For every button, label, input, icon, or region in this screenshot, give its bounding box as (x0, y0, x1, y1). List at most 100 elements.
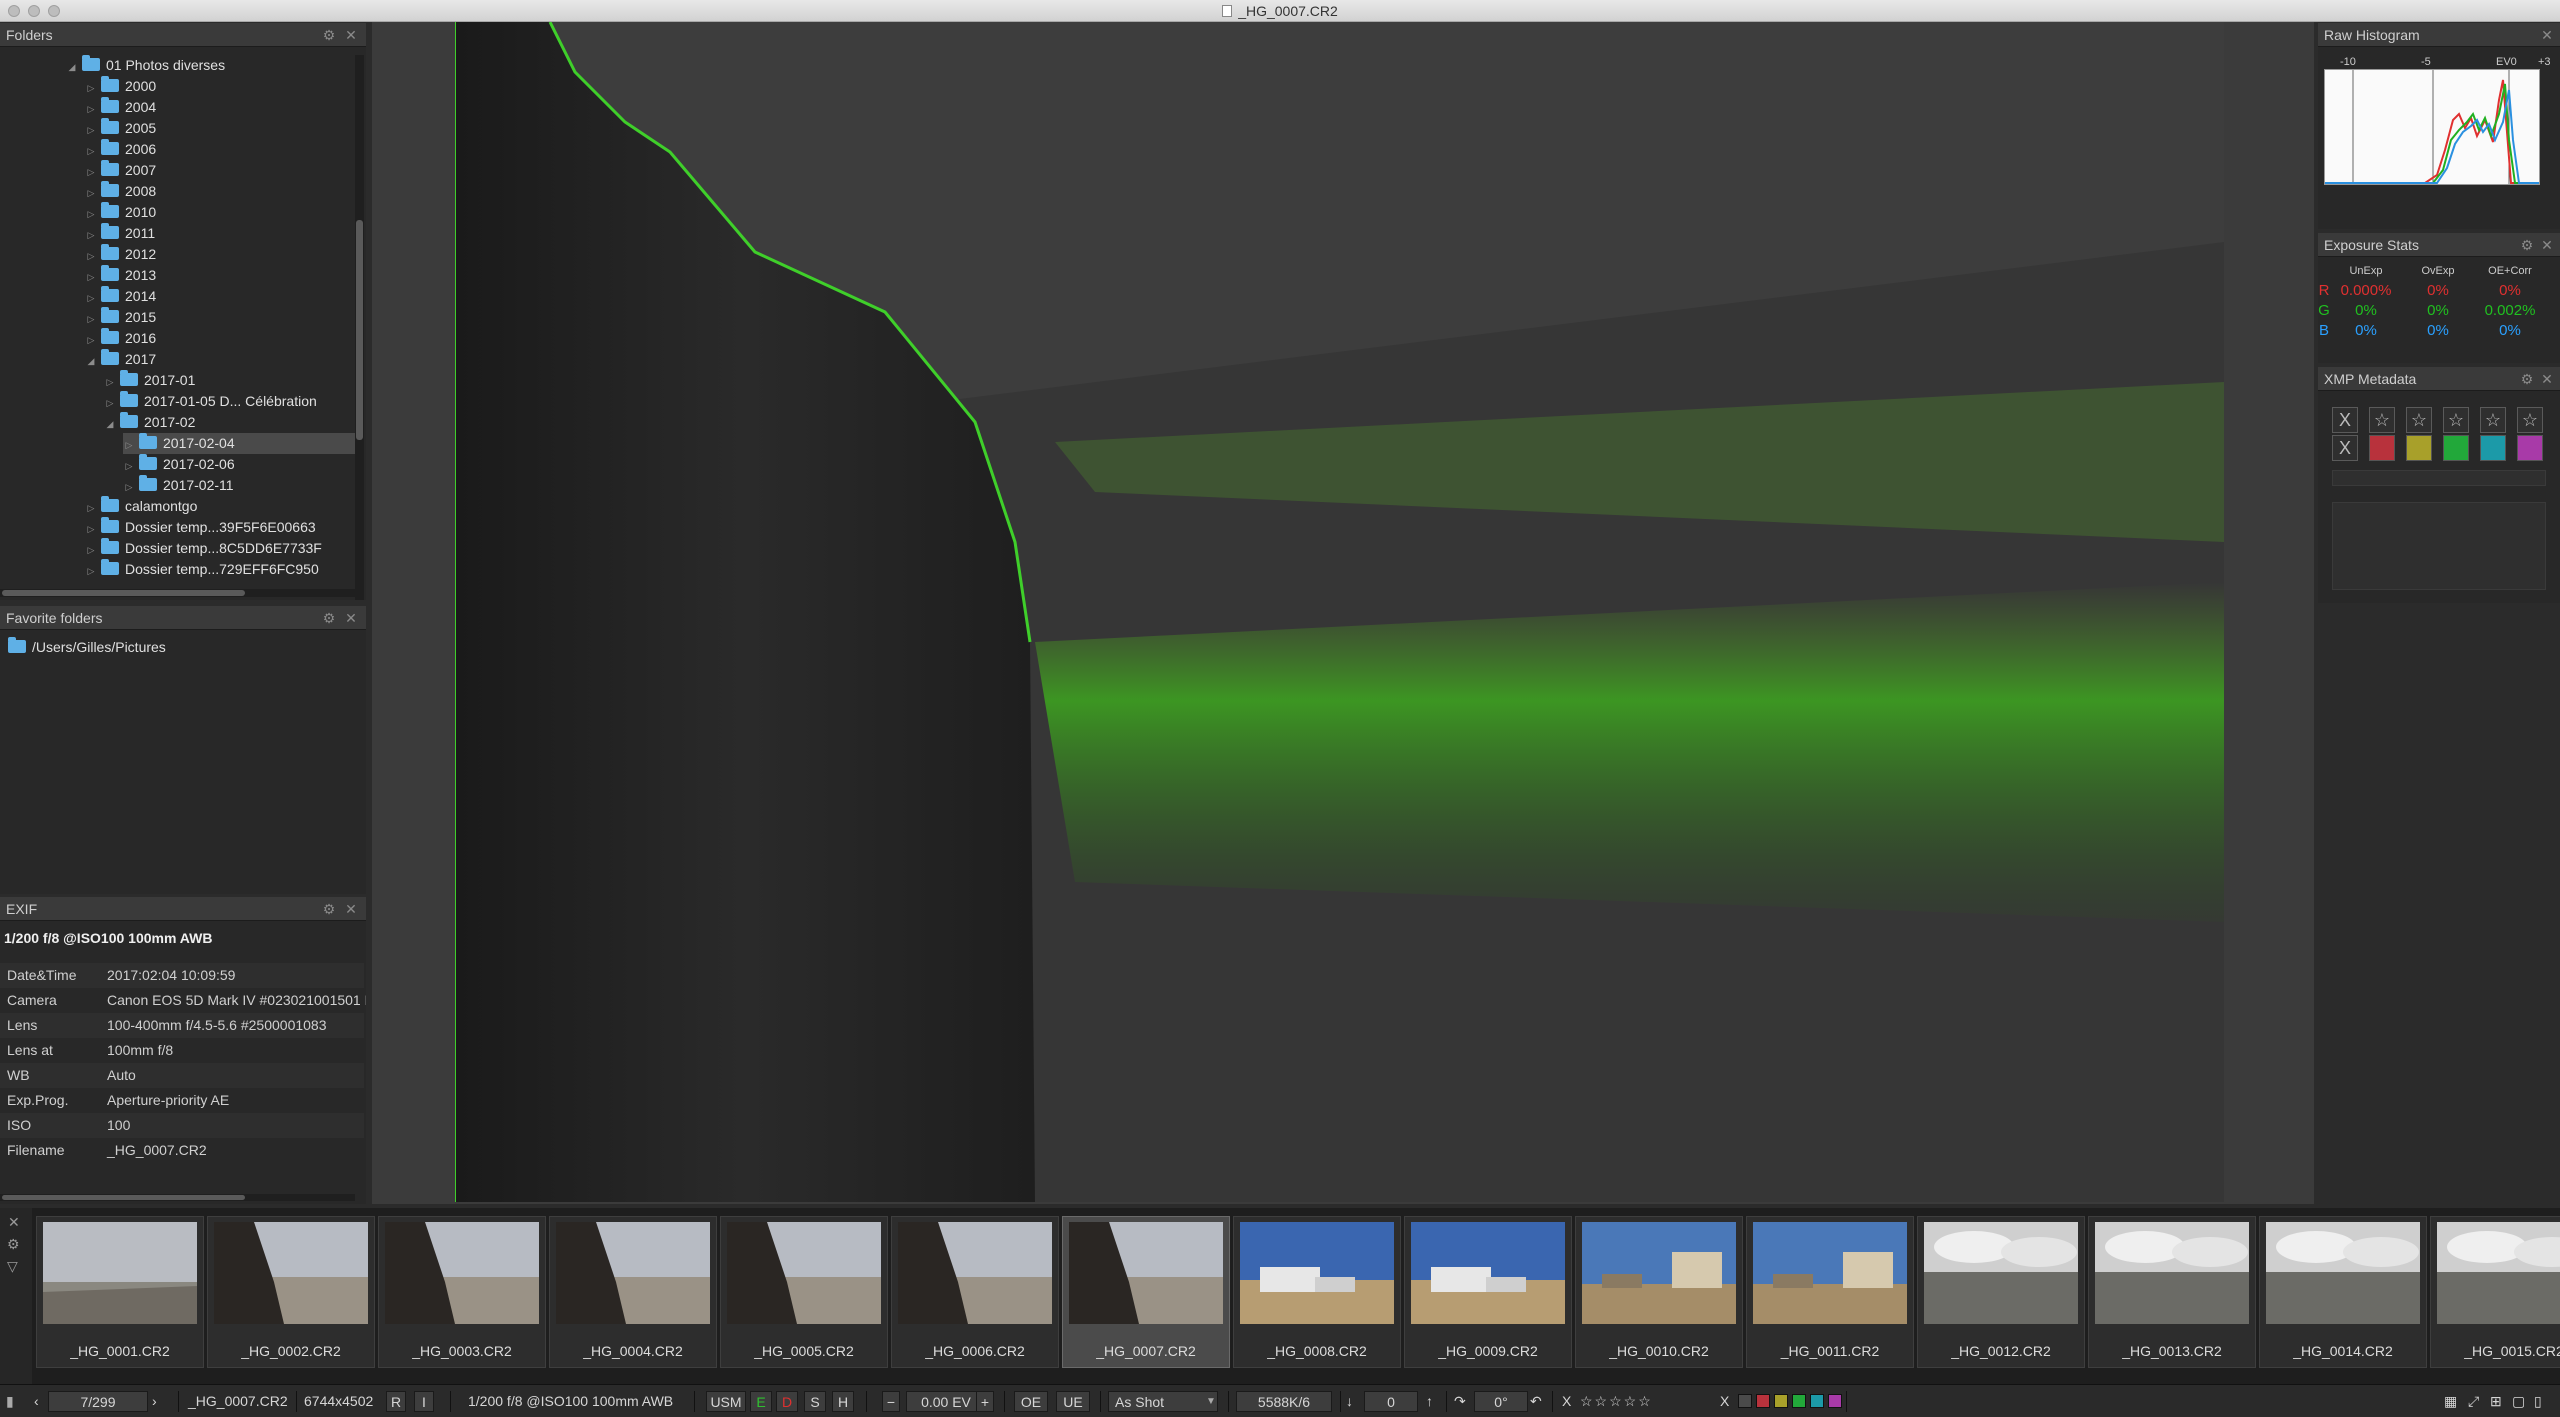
folder-tree-item[interactable]: ▷ calamontgo (85, 496, 355, 517)
filmstrip-thumbnail[interactable]: _HG_0004.CR2 (549, 1216, 717, 1368)
folder-tree-item[interactable]: ◢ 2017 (85, 349, 355, 370)
close-icon[interactable]: ✕ (8, 1214, 20, 1231)
disclosure-closed-icon[interactable]: ▷ (104, 372, 116, 393)
single-view-icon[interactable]: ▢ (2512, 1391, 2525, 1412)
underexposure-button[interactable]: UE (1056, 1391, 1090, 1412)
gear-icon[interactable]: ⚙ (7, 1236, 20, 1253)
xmp-description-field[interactable] (2332, 502, 2546, 590)
folder-tree-item[interactable]: ▷ 2017-02-06 (123, 454, 355, 475)
disclosure-closed-icon[interactable]: ▷ (85, 204, 97, 225)
close-icon[interactable]: ✕ (342, 900, 360, 918)
fullscreen-icon[interactable]: ⤢ (2468, 1391, 2479, 1412)
disclosure-closed-icon[interactable]: ▷ (85, 267, 97, 288)
filmstrip-thumbnail[interactable]: _HG_0005.CR2 (720, 1216, 888, 1368)
close-icon[interactable]: ✕ (2538, 370, 2556, 388)
white-balance-select[interactable]: As Shot (1108, 1391, 1218, 1412)
folder-tree-scrollbar[interactable] (355, 55, 364, 600)
close-icon[interactable]: ✕ (2538, 26, 2556, 44)
disclosure-closed-icon[interactable]: ▷ (85, 162, 97, 183)
info-toggle-button[interactable]: I (414, 1391, 434, 1412)
disclosure-closed-icon[interactable]: ▷ (85, 141, 97, 162)
filmstrip-thumbnail[interactable]: _HG_0011.CR2 (1746, 1216, 1914, 1368)
tint-field[interactable]: 0 (1364, 1391, 1418, 1412)
overexposure-button[interactable]: OE (1014, 1391, 1048, 1412)
disclosure-open-icon[interactable]: ◢ (66, 57, 78, 78)
folder-tree-item[interactable]: ▷ 2006 (85, 139, 355, 160)
toolbar-x-button[interactable]: X (1720, 1391, 1729, 1412)
exposure-field[interactable]: 0.00 EV (906, 1391, 986, 1412)
clear-label-button[interactable]: X (2332, 435, 2358, 461)
disclosure-open-icon[interactable]: ◢ (85, 351, 97, 372)
xmp-title-field[interactable] (2332, 470, 2546, 486)
filmstrip-thumbnail[interactable]: _HG_0008.CR2 (1233, 1216, 1401, 1368)
folder-tree-item[interactable]: ▷ 2010 (85, 202, 355, 223)
gear-icon[interactable]: ⚙ (2518, 236, 2536, 254)
sidebar-toggle-icon[interactable]: ▮ (6, 1391, 14, 1412)
folder-tree-item[interactable]: ▷ 2017-02-04 (123, 433, 355, 454)
folder-tree-item[interactable]: ▷ 2013 (85, 265, 355, 286)
disclosure-closed-icon[interactable]: ▷ (85, 120, 97, 141)
folder-tree-item[interactable]: ◢ 01 Photos diverses (66, 55, 355, 76)
raw-toggle-button[interactable]: R (386, 1391, 406, 1412)
color-label-swatch[interactable] (2406, 435, 2432, 461)
next-image-button[interactable]: › (152, 1391, 157, 1412)
close-window-button[interactable] (8, 5, 20, 17)
disclosure-closed-icon[interactable]: ▷ (85, 519, 97, 540)
color-label-swatch[interactable] (2443, 435, 2469, 461)
color-label-swatch[interactable] (2480, 435, 2506, 461)
disclosure-closed-icon[interactable]: ▷ (85, 498, 97, 519)
disclosure-closed-icon[interactable]: ▷ (85, 183, 97, 204)
disclosure-closed-icon[interactable]: ▷ (85, 78, 97, 99)
folder-tree-item[interactable]: ▷ 2015 (85, 307, 355, 328)
filmstrip-thumbnail[interactable]: _HG_0013.CR2 (2088, 1216, 2256, 1368)
folder-tree-item[interactable]: ▷ 2005 (85, 118, 355, 139)
filmstrip-thumbnail[interactable]: _HG_0012.CR2 (1917, 1216, 2085, 1368)
exif-hscrollbar[interactable] (0, 1194, 355, 1201)
star-5-button[interactable]: ☆ (2517, 407, 2543, 433)
folder-tree-item[interactable]: ▷ Dossier temp...8C5DD6E7733F (85, 538, 355, 559)
folder-tree-item[interactable]: ◢ 2017-02 (104, 412, 355, 433)
rotate-right-icon[interactable]: ↷ (1454, 1391, 1466, 1412)
toolbar-color-label[interactable] (1774, 1394, 1788, 1408)
gear-icon[interactable]: ⚙ (320, 900, 338, 918)
folder-tree-item[interactable]: ▷ 2004 (85, 97, 355, 118)
chevron-down-icon[interactable]: ▼ (1206, 1391, 1216, 1412)
toolbar-color-label[interactable] (1810, 1394, 1824, 1408)
folder-tree-item[interactable]: ▷ Dossier temp...729EFF6FC950 (85, 559, 355, 580)
filmstrip-thumbnail[interactable]: _HG_0002.CR2 (207, 1216, 375, 1368)
filmstrip-thumbnail[interactable]: _HG_0003.CR2 (378, 1216, 546, 1368)
folder-tree-item[interactable]: ▷ 2017-01 (104, 370, 355, 391)
ev-plus-button[interactable]: + (976, 1391, 994, 1412)
gear-icon[interactable]: ⚙ (320, 609, 338, 627)
folder-tree-item[interactable]: ▷ Dossier temp...39F5F6E00663 (85, 517, 355, 538)
tint-down-icon[interactable]: ↓ (1346, 1391, 1353, 1412)
folder-tree-item[interactable]: ▷ 2014 (85, 286, 355, 307)
folder-tree-item[interactable]: ▷ 2008 (85, 181, 355, 202)
ev-minus-button[interactable]: − (882, 1391, 900, 1412)
usm-button[interactable]: USM (706, 1391, 746, 1412)
close-icon[interactable]: ✕ (2538, 236, 2556, 254)
filmstrip-thumbnail[interactable]: _HG_0015.CR2 (2430, 1216, 2560, 1368)
filmstrip-thumbnail[interactable]: _HG_0001.CR2 (36, 1216, 204, 1368)
filmstrip-thumbnail[interactable]: _HG_0014.CR2 (2259, 1216, 2427, 1368)
gear-icon[interactable]: ⚙ (2518, 370, 2536, 388)
compare-view-icon[interactable]: ⊞ (2490, 1391, 2502, 1412)
disclosure-closed-icon[interactable]: ▷ (85, 99, 97, 120)
rotation-field[interactable]: 0° (1474, 1391, 1528, 1412)
folder-tree-item[interactable]: ▷ 2007 (85, 160, 355, 181)
gear-icon[interactable]: ⚙ (320, 26, 338, 44)
toolbar-color-label[interactable] (1828, 1394, 1842, 1408)
color-label-swatch[interactable] (2517, 435, 2543, 461)
folder-tree-item[interactable]: ▷ 2016 (85, 328, 355, 349)
disclosure-closed-icon[interactable]: ▷ (85, 288, 97, 309)
disclosure-open-icon[interactable]: ◢ (104, 414, 116, 435)
star-2-button[interactable]: ☆ (2406, 407, 2432, 433)
folder-tree-item[interactable]: ▷ 2011 (85, 223, 355, 244)
folder-tree-scroll-thumb[interactable] (356, 220, 363, 440)
disclosure-closed-icon[interactable]: ▷ (85, 330, 97, 351)
filmstrip-thumbnail[interactable]: _HG_0010.CR2 (1575, 1216, 1743, 1368)
exif-hscroll-thumb[interactable] (2, 1195, 245, 1200)
folder-tree-hscroll-thumb[interactable] (2, 590, 245, 596)
temperature-field[interactable]: 5588K/6 (1236, 1391, 1332, 1412)
star-3-button[interactable]: ☆ (2443, 407, 2469, 433)
